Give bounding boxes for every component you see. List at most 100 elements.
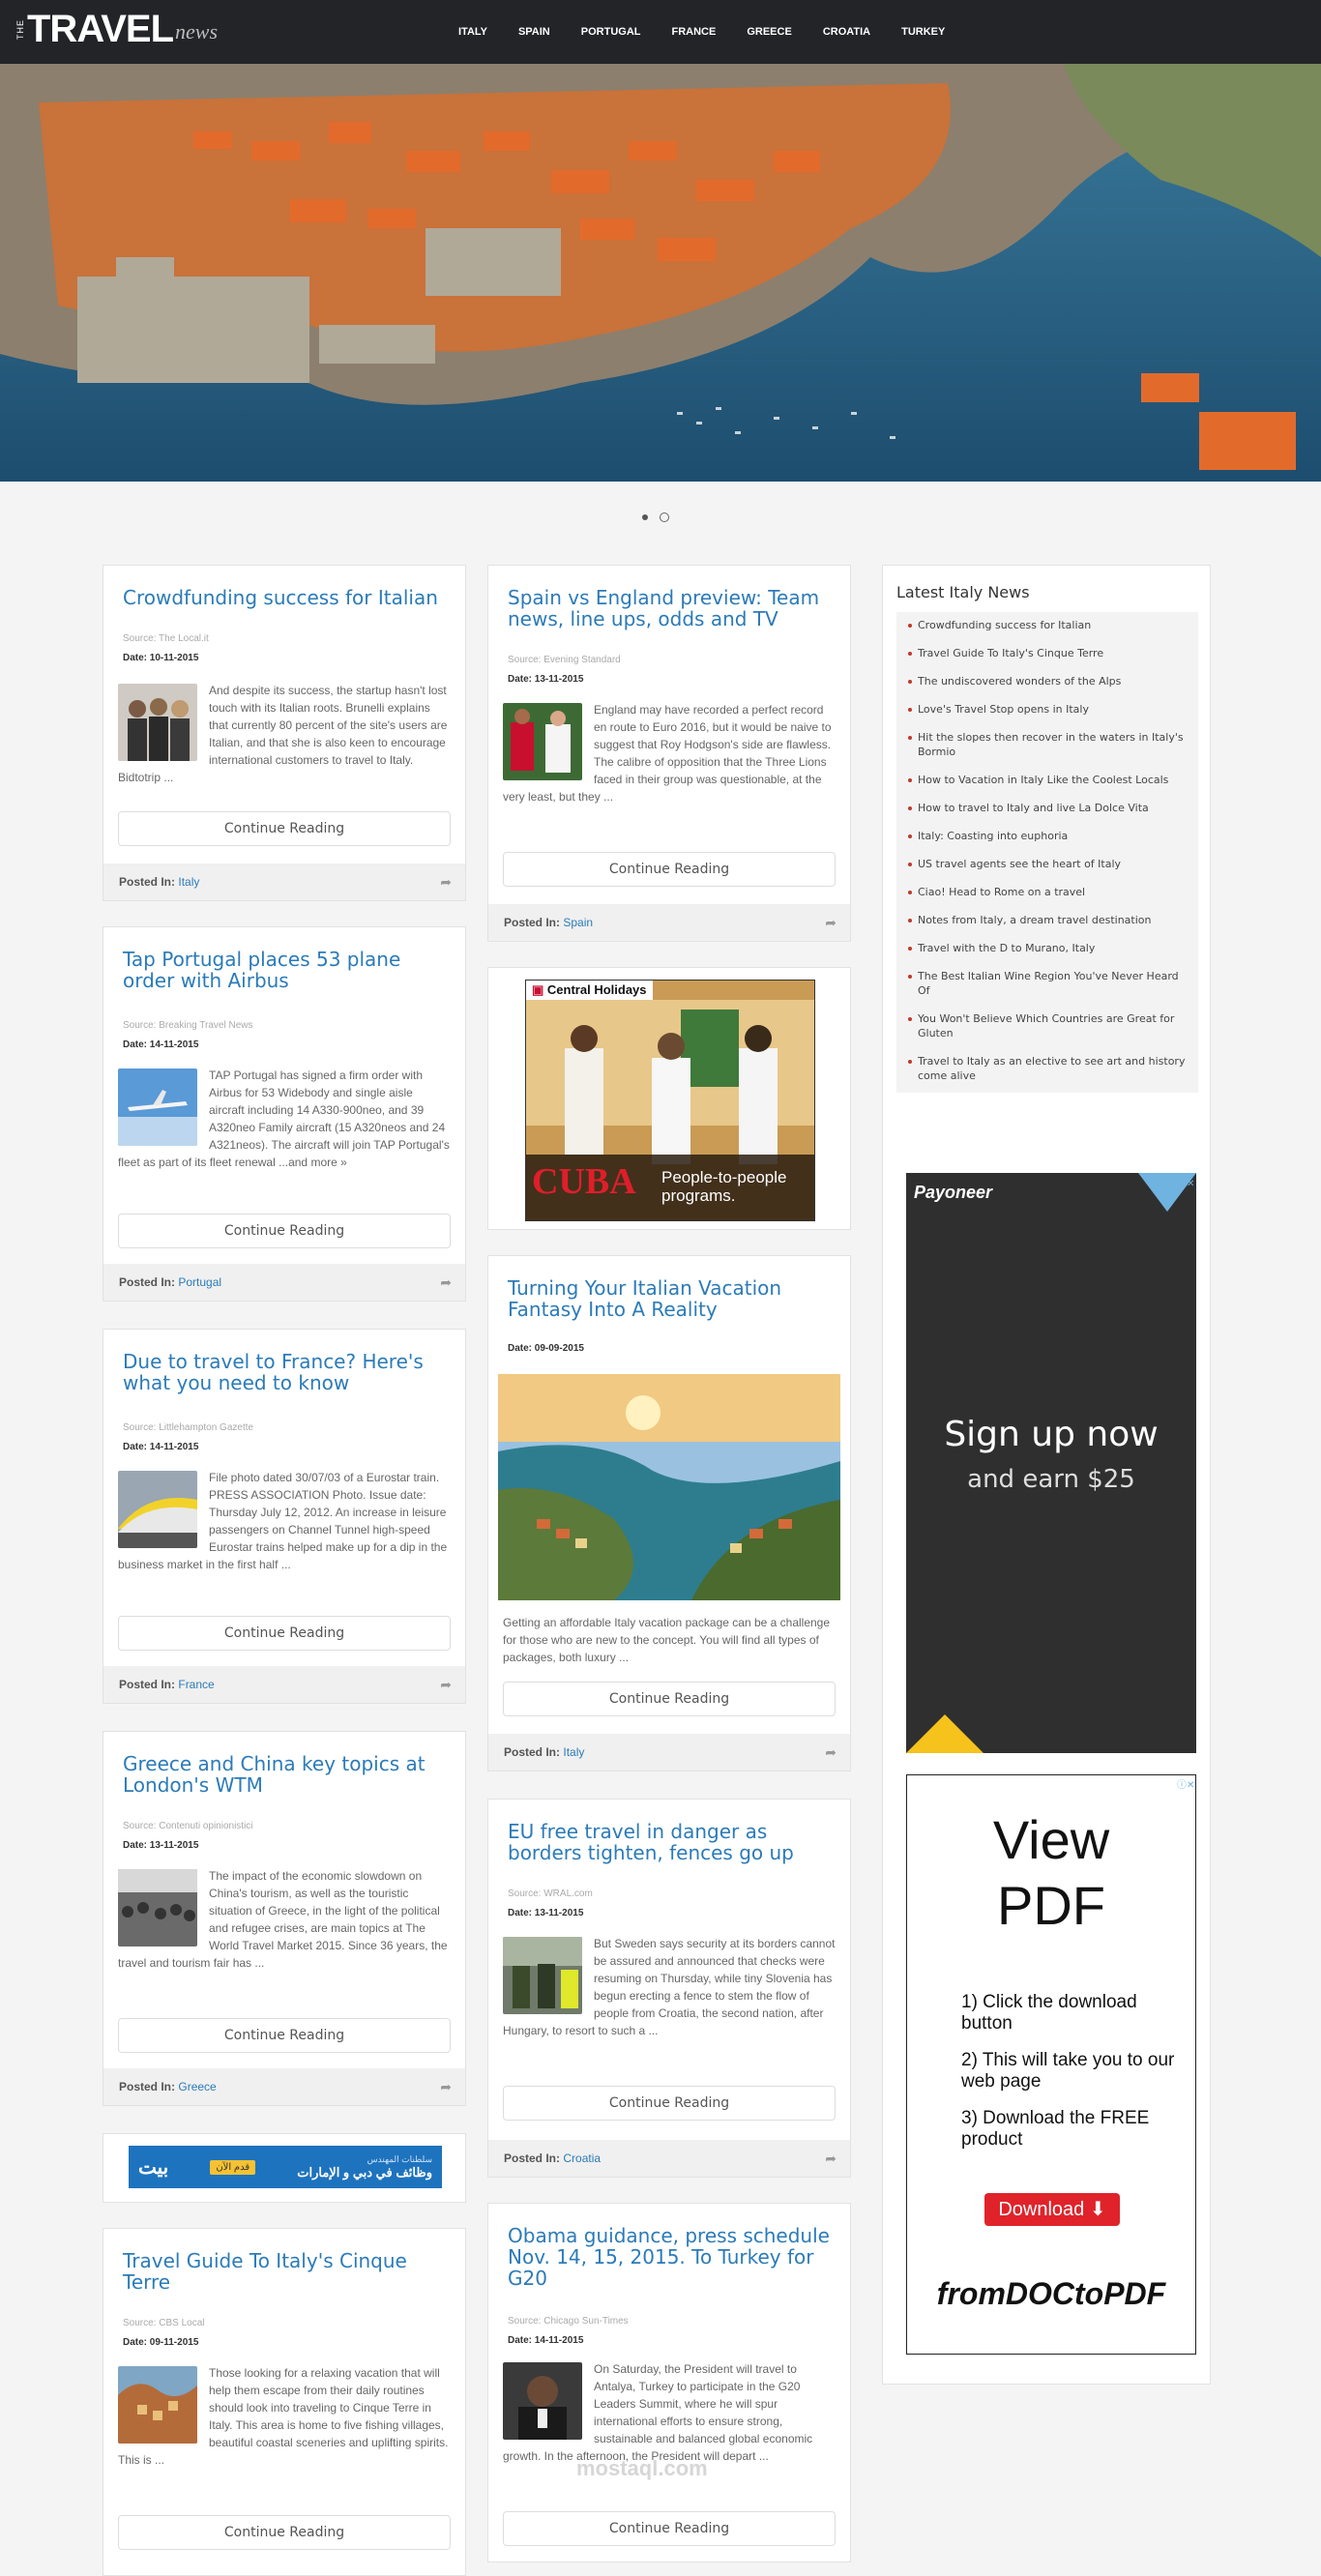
article-title[interactable]: Obama guidance, press schedule Nov. 14, … <box>508 2225 831 2289</box>
article-title[interactable]: Turning Your Italian Vacation Fantasy In… <box>508 1277 831 1320</box>
category-link[interactable]: Croatia <box>563 2152 601 2165</box>
continue-reading-button[interactable]: Continue Reading <box>118 811 451 846</box>
article-date: Date: 14-11-2015 <box>123 1039 199 1050</box>
category-link[interactable]: Spain <box>563 916 593 929</box>
article-title[interactable]: Travel Guide To Italy's Cinque Terre <box>123 2250 446 2293</box>
share-icon[interactable]: ➦ <box>440 2068 452 2105</box>
article-title[interactable]: Greece and China key topics at London's … <box>123 1753 446 1796</box>
article-thumbnail[interactable] <box>503 1937 582 2014</box>
central-holidays-ad[interactable]: ▣ Central Holidays CUBA People-to-people… <box>525 980 815 1221</box>
latest-news-item[interactable]: Notes from Italy, a dream travel destina… <box>906 913 1189 927</box>
latest-news-item[interactable]: How to travel to Italy and live La Dolce… <box>906 801 1189 815</box>
article-card: Travel Guide To Italy's Cinque Terre Sou… <box>103 2228 466 2576</box>
latest-news-item[interactable]: You Won't Believe Which Countries are Gr… <box>906 1011 1189 1040</box>
carousel-dots <box>642 512 669 522</box>
share-icon[interactable]: ➦ <box>440 1264 452 1301</box>
latest-news-item[interactable]: Travel Guide To Italy's Cinque Terre <box>906 646 1189 660</box>
continue-reading-button[interactable]: Continue Reading <box>503 2511 836 2546</box>
latest-news-item[interactable]: Travel to Italy as an elective to see ar… <box>906 1054 1189 1083</box>
latest-news-item[interactable]: Love's Travel Stop opens in Italy <box>906 702 1189 717</box>
ad-choices-icon[interactable]: ⓘ✕ <box>1177 1776 1194 1791</box>
latest-news-item[interactable]: Hit the slopes then recover in the water… <box>906 730 1189 759</box>
category-link[interactable]: Portugal <box>178 1275 221 1289</box>
category-link[interactable]: Italy <box>563 1745 584 1759</box>
share-icon[interactable]: ➦ <box>440 1666 452 1703</box>
article-footer: Posted In: Croatia ➦ <box>488 2140 850 2177</box>
posted-in-label: Posted In: <box>119 875 176 889</box>
hero-carousel-image[interactable] <box>0 64 1321 482</box>
article-title[interactable]: EU free travel in danger as borders tigh… <box>508 1821 831 1863</box>
category-link[interactable]: Italy <box>178 875 199 889</box>
pdf-ad-step-2: 2) This will take you to our web page <box>961 2050 1175 2092</box>
central-tagline-2: programs. <box>661 1186 736 1205</box>
share-icon[interactable]: ➦ <box>825 904 837 941</box>
latest-news-item[interactable]: US travel agents see the heart of Italy <box>906 857 1189 871</box>
continue-reading-button[interactable]: Continue Reading <box>118 2515 451 2550</box>
payoneer-ad[interactable]: Payoneer Sign up now and earn $25 <box>906 1173 1196 1753</box>
article-card: Turning Your Italian Vacation Fantasy In… <box>487 1255 851 1771</box>
nav-spain[interactable]: SPAIN <box>518 26 550 38</box>
article-date: Date: 13-11-2015 <box>508 674 584 685</box>
continue-reading-button[interactable]: Continue Reading <box>503 852 836 887</box>
continue-reading-button[interactable]: Continue Reading <box>118 1214 451 1248</box>
pdf-ad-download-button[interactable]: Download ⬇ <box>984 2193 1120 2226</box>
central-holidays-logo: ▣ Central Holidays <box>526 981 653 1000</box>
continue-reading-button[interactable]: Continue Reading <box>118 2018 451 2053</box>
share-icon[interactable]: ➦ <box>825 2140 837 2177</box>
payoneer-yellow-triangle <box>906 1714 983 1753</box>
latest-news-item[interactable]: Crowdfunding success for Italian <box>906 618 1189 632</box>
article-title[interactable]: Spain vs England preview: Team news, lin… <box>508 587 831 629</box>
nav-turkey[interactable]: TURKEY <box>901 26 945 38</box>
share-icon[interactable]: ➦ <box>440 864 452 900</box>
nav-portugal[interactable]: PORTUGAL <box>581 26 641 38</box>
pdf-ad-brand: fromDOCtoPDF <box>936 2276 1166 2311</box>
pdf-ad-title-1: View <box>992 1809 1110 1870</box>
article-thumbnail[interactable] <box>118 2366 197 2444</box>
category-link[interactable]: France <box>178 1678 214 1691</box>
latest-news-item[interactable]: The Best Italian Wine Region You've Neve… <box>906 969 1189 998</box>
download-arrow-icon: ⬇ <box>1089 2199 1106 2220</box>
article-thumbnail[interactable] <box>503 2362 582 2440</box>
article-thumbnail[interactable] <box>118 1471 197 1548</box>
site-logo[interactable]: THE TRAVEL news <box>15 8 218 50</box>
nav-greece[interactable]: GREECE <box>747 26 791 38</box>
fromdoctopdf-ad[interactable]: View PDF 1) Click the download button 2)… <box>906 1774 1196 2355</box>
latest-news-item[interactable]: Ciao! Head to Rome on a travel <box>906 885 1189 899</box>
article-thumbnail[interactable] <box>118 1869 197 1947</box>
posted-in-label: Posted In: <box>119 1275 176 1289</box>
latest-news-item[interactable]: The undiscovered wonders of the Alps <box>906 674 1189 688</box>
continue-reading-button[interactable]: Continue Reading <box>503 1682 836 1716</box>
watermark: mostaql.com <box>576 2456 708 2480</box>
carousel-dot-2[interactable] <box>660 512 669 522</box>
article-date: Date: 13-11-2015 <box>123 1840 199 1851</box>
article-title[interactable]: Tap Portugal places 53 plane order with … <box>123 949 446 991</box>
ad-choices-icon[interactable]: ⓘ✕ <box>1177 1175 1194 1189</box>
nav-france[interactable]: FRANCE <box>672 26 717 38</box>
bayt-ad-subtitle: سلطنات المهندس <box>367 2153 432 2164</box>
bayt-ad-banner[interactable]: بيت قدم الآن سلطنات المهندس وظائف في دبي… <box>129 2146 442 2188</box>
continue-reading-button[interactable]: Continue Reading <box>503 2086 836 2121</box>
article-date: Date: 09-09-2015 <box>508 1343 584 1354</box>
article-feature-image[interactable] <box>498 1374 840 1600</box>
posted-in-label: Posted In: <box>504 2152 561 2165</box>
main-nav: ITALY SPAIN PORTUGAL FRANCE GREECE CROAT… <box>458 0 976 64</box>
payoneer-ad-headline: Sign up now <box>944 1415 1159 1454</box>
latest-news-item[interactable]: Italy: Coasting into euphoria <box>906 829 1189 843</box>
article-title[interactable]: Crowdfunding success for Italian <box>123 587 446 608</box>
pdf-ad-title-2: PDF <box>997 1875 1105 1936</box>
share-icon[interactable]: ➦ <box>825 1734 837 1771</box>
continue-reading-button[interactable]: Continue Reading <box>118 1616 451 1651</box>
article-date: Date: 09-11-2015 <box>123 2337 199 2348</box>
article-title[interactable]: Due to travel to France? Here's what you… <box>123 1351 446 1393</box>
latest-news-item[interactable]: Travel with the D to Murano, Italy <box>906 941 1189 955</box>
article-thumbnail[interactable] <box>118 1068 197 1146</box>
nav-italy[interactable]: ITALY <box>458 26 487 38</box>
article-excerpt: Getting an affordable Italy vacation pac… <box>503 1616 831 1664</box>
nav-croatia[interactable]: CROATIA <box>823 26 870 38</box>
article-thumbnail[interactable] <box>118 684 197 761</box>
payoneer-ad-subline: and earn $25 <box>967 1465 1135 1494</box>
article-thumbnail[interactable] <box>503 703 582 780</box>
category-link[interactable]: Greece <box>178 2080 216 2093</box>
carousel-dot-1[interactable] <box>642 514 648 520</box>
latest-news-item[interactable]: How to Vacation in Italy Like the Cooles… <box>906 773 1189 787</box>
